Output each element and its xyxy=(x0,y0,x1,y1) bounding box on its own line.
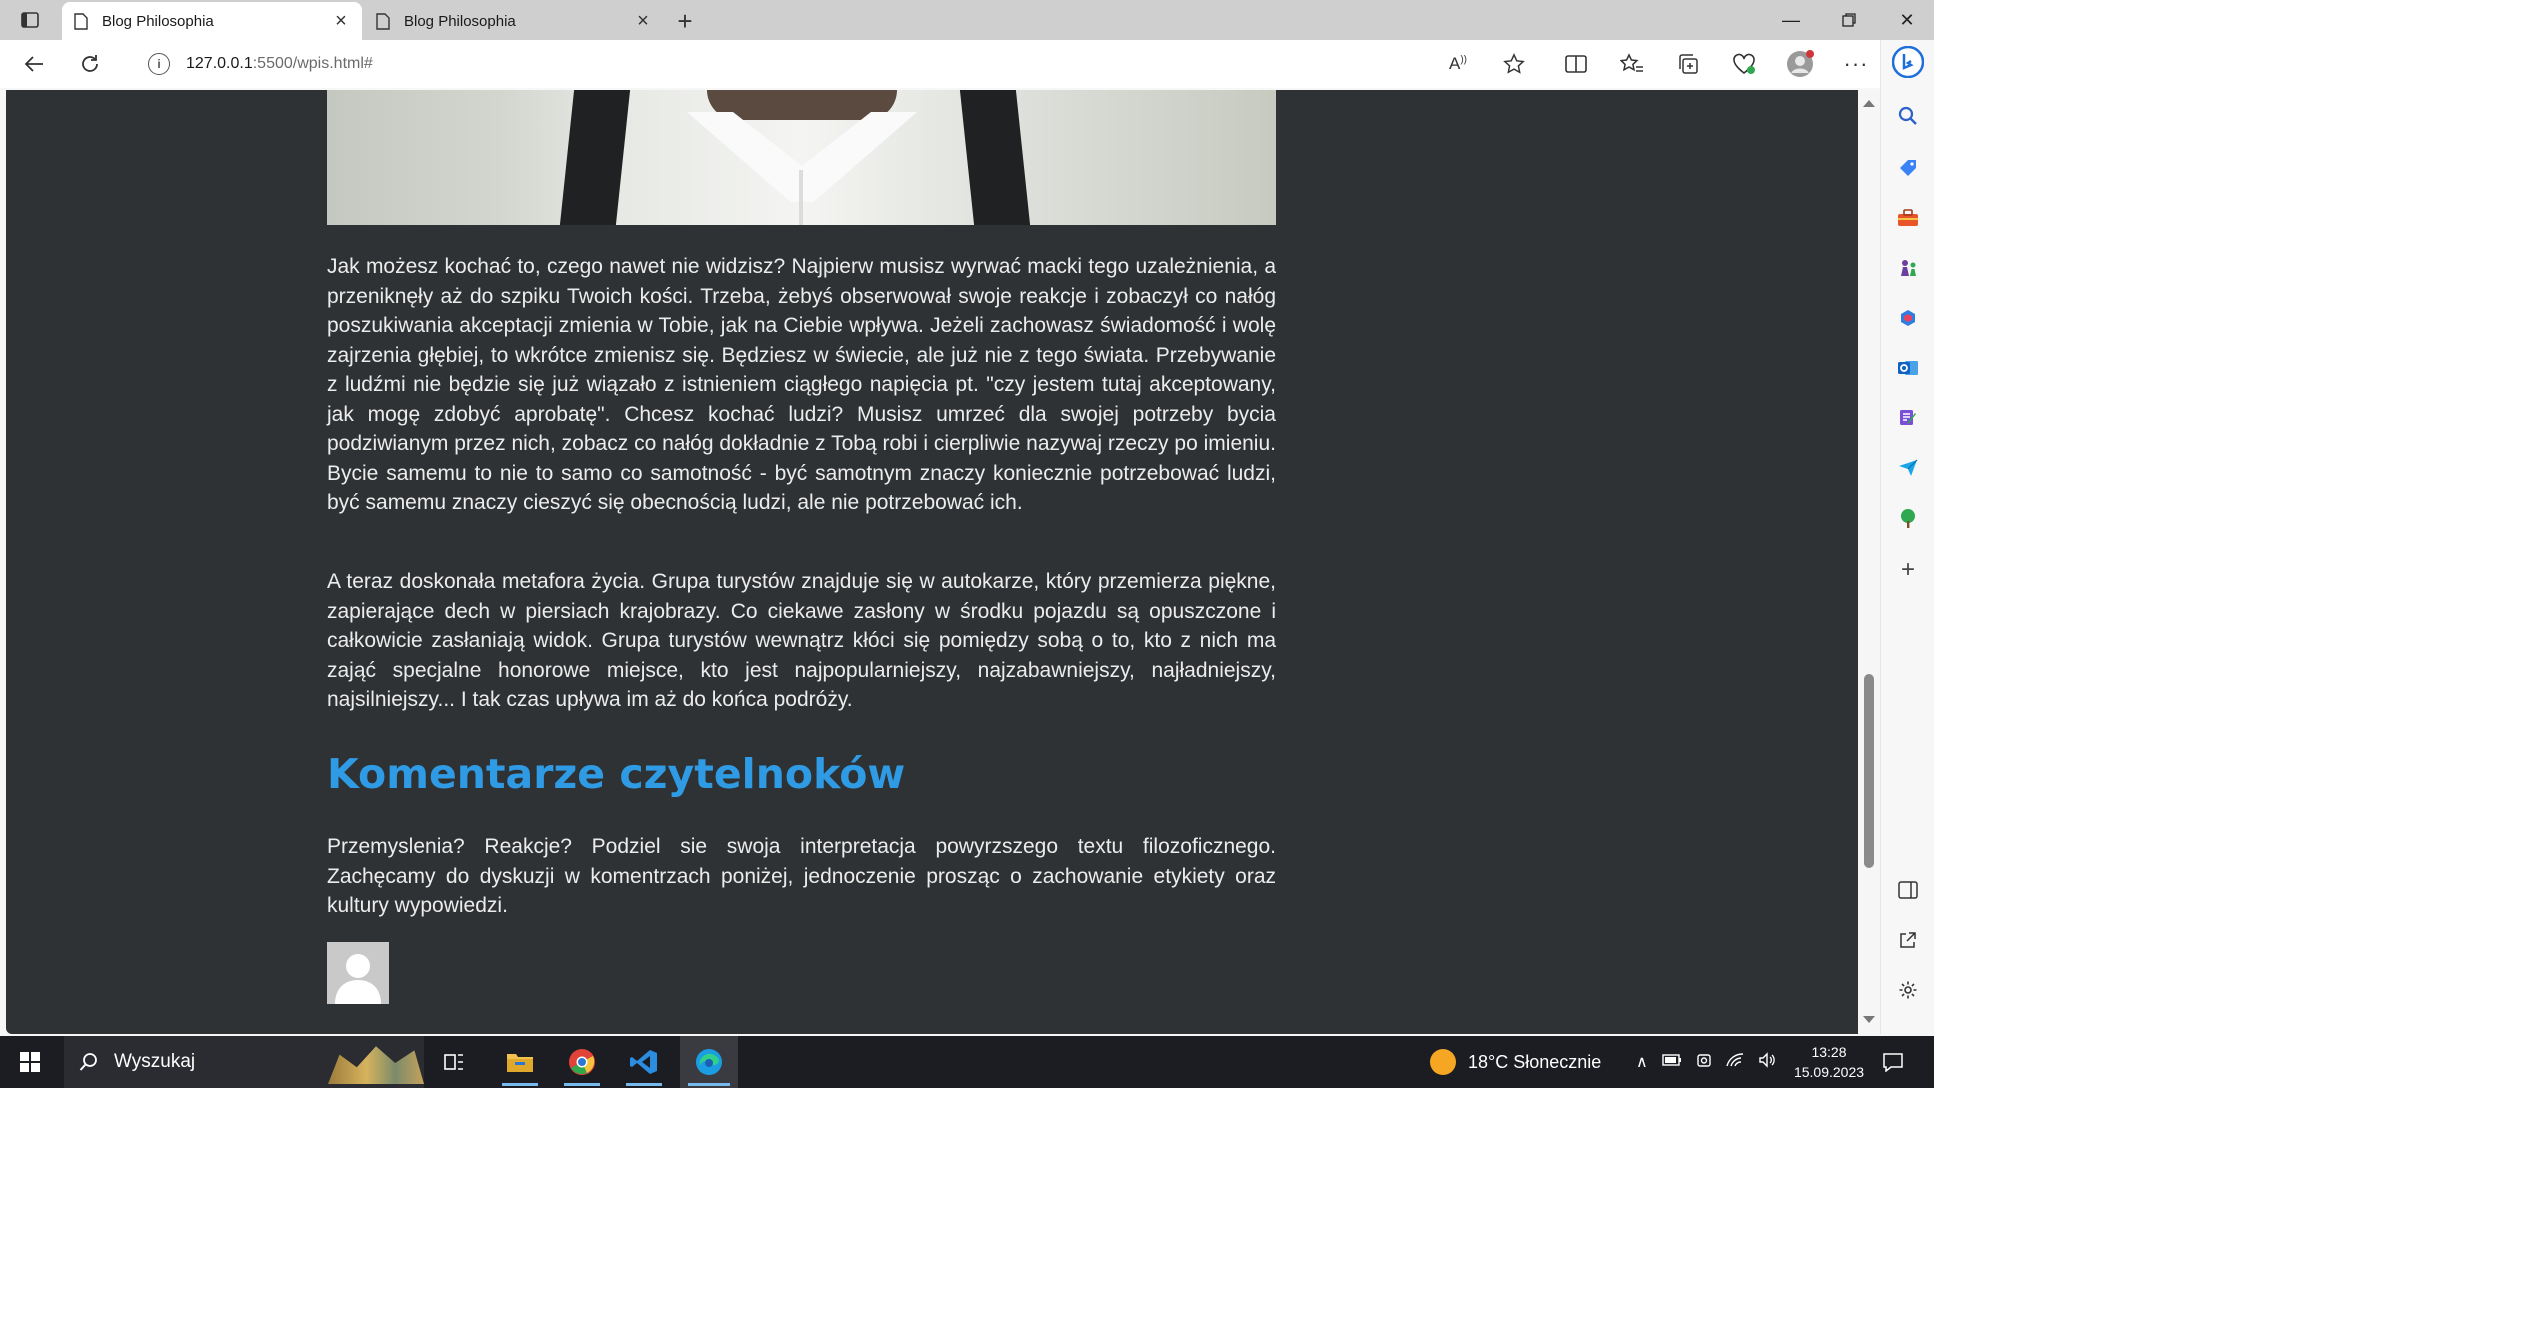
tools-briefcase-icon[interactable] xyxy=(1894,204,1922,232)
search-icon xyxy=(78,1051,100,1073)
comments-heading: Komentarze czytelnoków xyxy=(327,750,906,798)
restore-icon[interactable] xyxy=(1826,4,1872,36)
sidebar-settings-gear-icon[interactable] xyxy=(1894,976,1922,1004)
tab-blog-philosophia-active[interactable]: Blog Philosophia × xyxy=(62,2,362,40)
drop-notes-icon[interactable] xyxy=(1894,404,1922,432)
windows-start-icon[interactable] xyxy=(10,1036,50,1088)
scroll-down-icon[interactable] xyxy=(1863,1016,1875,1023)
notifications-icon[interactable] xyxy=(1878,1048,1908,1076)
refresh-icon[interactable] xyxy=(74,48,106,80)
task-view-icon[interactable] xyxy=(432,1036,476,1088)
system-tray: ∧ xyxy=(1636,1036,1776,1088)
search-highlight-image xyxy=(328,1046,424,1084)
wifi-icon[interactable] xyxy=(1726,1052,1744,1073)
clock-time: 13:28 xyxy=(1811,1044,1847,1060)
scroll-up-icon[interactable] xyxy=(1863,100,1875,107)
weather-widget[interactable]: 18°C Słonecznie xyxy=(1430,1036,1601,1088)
weather-text: 18°C Słonecznie xyxy=(1468,1051,1602,1072)
edge-icon[interactable] xyxy=(680,1036,738,1088)
bing-copilot-icon[interactable] xyxy=(1892,46,1924,78)
outlook-icon[interactable] xyxy=(1894,354,1922,382)
tab-strip: Blog Philosophia × Blog Philosophia × + … xyxy=(0,0,1934,40)
show-hidden-icons-icon[interactable]: ∧ xyxy=(1636,1052,1648,1072)
open-external-icon[interactable] xyxy=(1894,926,1922,954)
site-info-icon[interactable]: i xyxy=(148,53,170,75)
comments-intro: Przemyslenia? Reakcje? Podziel sie swoja… xyxy=(327,835,1276,917)
scrollbar-thumb[interactable] xyxy=(1864,674,1874,868)
read-aloud-icon[interactable]: A)) xyxy=(1442,48,1474,80)
page-icon xyxy=(72,12,90,30)
close-window-icon[interactable]: ✕ xyxy=(1884,4,1930,36)
hero-image xyxy=(327,90,1276,225)
back-icon[interactable] xyxy=(18,48,50,80)
tab-actions-icon[interactable] xyxy=(12,8,48,32)
more-options-icon[interactable]: ··· xyxy=(1840,48,1872,80)
add-sidebar-app-icon[interactable]: + xyxy=(1894,556,1922,584)
page-content: Jak możesz kochać to, czego nawet nie wi… xyxy=(6,90,1858,1034)
address-path: :5500/wpis.html# xyxy=(252,55,373,72)
collections-icon[interactable] xyxy=(1672,48,1704,80)
search-icon[interactable] xyxy=(1894,102,1922,130)
clock-date: 15.09.2023 xyxy=(1793,1064,1865,1080)
tab-blog-philosophia[interactable]: Blog Philosophia × xyxy=(364,2,664,40)
sun-icon xyxy=(1430,1049,1456,1075)
browser-essentials-icon[interactable] xyxy=(1728,48,1760,80)
close-tab-icon[interactable]: × xyxy=(330,10,352,32)
battery-icon[interactable] xyxy=(1662,1053,1682,1071)
article-paragraph: A teraz doskonała metafora życia. Grupa … xyxy=(327,570,1276,711)
new-tab-icon[interactable]: + xyxy=(670,6,700,36)
games-chess-icon[interactable] xyxy=(1894,254,1922,282)
tab-title: Blog Philosophia xyxy=(102,12,214,30)
commenter-avatar xyxy=(327,942,389,1004)
taskbar-clock[interactable]: 13:28 15.09.2023 xyxy=(1784,1042,1874,1082)
page-icon xyxy=(374,12,392,30)
taskbar-search-box[interactable]: Wyszukaj xyxy=(64,1036,424,1088)
hide-sidebar-icon[interactable] xyxy=(1894,876,1922,904)
close-tab-icon[interactable]: × xyxy=(632,10,654,32)
minimize-icon[interactable]: — xyxy=(1768,4,1814,36)
article-paragraph: Jak możesz kochać to, czego nawet nie wi… xyxy=(327,255,1276,514)
microsoft-365-icon[interactable] xyxy=(1894,304,1922,332)
shopping-tag-icon[interactable] xyxy=(1894,154,1922,182)
tab-title: Blog Philosophia xyxy=(404,12,516,30)
profile-avatar[interactable] xyxy=(1784,48,1816,80)
favorite-star-icon[interactable] xyxy=(1498,48,1530,80)
tree-icon[interactable] xyxy=(1894,504,1922,532)
page-scrollbar[interactable] xyxy=(1858,90,1880,1034)
taskbar: Wyszukaj 18°C Słonecznie ∧ 13:28 15.09.2… xyxy=(0,1036,1934,1088)
vscode-icon[interactable] xyxy=(618,1036,670,1088)
screen: Blog Philosophia × Blog Philosophia × + … xyxy=(0,0,1934,1088)
volume-icon[interactable] xyxy=(1758,1051,1776,1073)
browser-toolbar: i 127.0.0.1:5500/wpis.html# A)) ··· xyxy=(0,40,1880,88)
favorites-icon[interactable] xyxy=(1616,48,1648,80)
address-bar[interactable]: i 127.0.0.1:5500/wpis.html# xyxy=(128,46,1534,82)
split-screen-icon[interactable] xyxy=(1560,48,1592,80)
search-placeholder: Wyszukaj xyxy=(114,1051,196,1072)
send-plane-icon[interactable] xyxy=(1894,454,1922,482)
camera-icon[interactable] xyxy=(1696,1052,1712,1073)
chrome-icon[interactable] xyxy=(556,1036,608,1088)
file-explorer-icon[interactable] xyxy=(494,1036,546,1088)
address-host: 127.0.0.1 xyxy=(186,55,253,72)
edge-sidebar: + xyxy=(1880,40,1934,1034)
